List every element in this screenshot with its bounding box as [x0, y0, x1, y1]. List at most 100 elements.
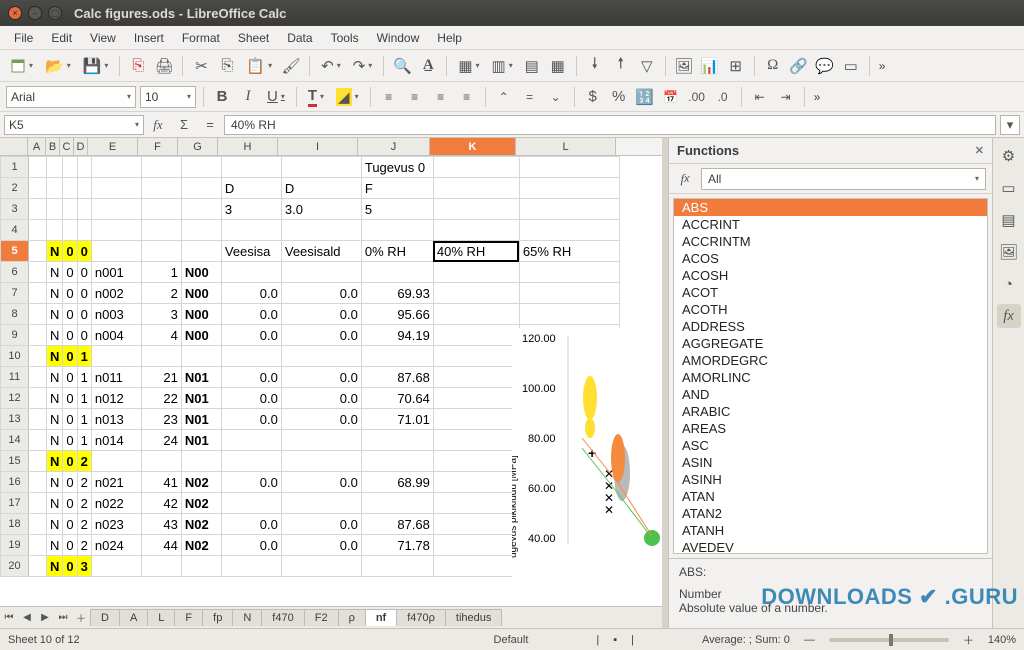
- function-item[interactable]: ACOS: [674, 250, 987, 267]
- cell[interactable]: [361, 556, 433, 577]
- cell[interactable]: [433, 472, 519, 493]
- cell[interactable]: n022: [91, 493, 141, 514]
- function-item[interactable]: AGGREGATE: [674, 335, 987, 352]
- cell[interactable]: 0.0: [221, 367, 281, 388]
- cell[interactable]: [141, 241, 181, 262]
- cell[interactable]: [433, 535, 519, 556]
- zoom-level[interactable]: 140%: [988, 634, 1016, 646]
- cell[interactable]: [361, 262, 433, 283]
- cell[interactable]: [29, 472, 47, 493]
- font-name-combo[interactable]: Arial▾: [6, 86, 136, 108]
- function-item[interactable]: AMORDEGRC: [674, 352, 987, 369]
- row-header[interactable]: 17: [1, 493, 29, 514]
- sheet-tab-F2[interactable]: F2: [304, 609, 339, 626]
- cell[interactable]: [29, 493, 47, 514]
- cell[interactable]: 0: [77, 241, 91, 262]
- cell[interactable]: N: [47, 325, 63, 346]
- cell[interactable]: [281, 220, 361, 241]
- cell[interactable]: 22: [141, 388, 181, 409]
- cell[interactable]: N: [47, 472, 63, 493]
- cell[interactable]: n003: [91, 304, 141, 325]
- cell[interactable]: n012: [91, 388, 141, 409]
- column-header-B[interactable]: B: [46, 138, 60, 155]
- cell[interactable]: [29, 220, 47, 241]
- cell[interactable]: [141, 346, 181, 367]
- cell[interactable]: N: [47, 283, 63, 304]
- cell[interactable]: [433, 325, 519, 346]
- cell[interactable]: 1: [141, 262, 181, 283]
- cell[interactable]: [141, 451, 181, 472]
- cell[interactable]: [181, 241, 221, 262]
- cell[interactable]: 95.66: [361, 304, 433, 325]
- cell[interactable]: n024: [91, 535, 141, 556]
- cell[interactable]: [141, 556, 181, 577]
- cell[interactable]: N00: [181, 283, 221, 304]
- cell[interactable]: N: [47, 388, 63, 409]
- cell[interactable]: [433, 304, 519, 325]
- add-decimal-button[interactable]: .00: [686, 86, 708, 108]
- spellcheck-button[interactable]: A̲: [417, 55, 439, 77]
- cell[interactable]: [519, 220, 619, 241]
- sheet-tab-N[interactable]: N: [232, 609, 262, 626]
- column-header-A[interactable]: A: [28, 138, 46, 155]
- cell[interactable]: [361, 346, 433, 367]
- sidebar-tab-functions[interactable]: fx: [997, 304, 1021, 328]
- cell[interactable]: [519, 304, 619, 325]
- row-header[interactable]: 2: [1, 178, 29, 199]
- cell[interactable]: [519, 178, 619, 199]
- sheet-tab-ρ[interactable]: ρ: [338, 609, 366, 626]
- cell[interactable]: [361, 451, 433, 472]
- cell[interactable]: [281, 346, 361, 367]
- function-item[interactable]: ATAN2: [674, 505, 987, 522]
- cell[interactable]: 0.0: [281, 409, 361, 430]
- cell[interactable]: [91, 346, 141, 367]
- cell[interactable]: [433, 388, 519, 409]
- tab-next-button[interactable]: ▶: [36, 609, 54, 627]
- cell[interactable]: [221, 346, 281, 367]
- cell[interactable]: [77, 199, 91, 220]
- cell[interactable]: 2: [77, 514, 91, 535]
- function-item[interactable]: ACOT: [674, 284, 987, 301]
- cell[interactable]: 0% RH: [361, 241, 433, 262]
- cell[interactable]: N: [47, 367, 63, 388]
- hyperlink-button[interactable]: 🔗: [788, 55, 810, 77]
- tab-first-button[interactable]: ⏮: [0, 609, 18, 627]
- cell[interactable]: 41: [141, 472, 181, 493]
- cell[interactable]: 0: [63, 304, 77, 325]
- decrease-indent-button[interactable]: ⇤: [749, 86, 771, 108]
- cell[interactable]: [77, 220, 91, 241]
- column-header-E[interactable]: E: [88, 138, 138, 155]
- print-button[interactable]: 🖨: [153, 55, 175, 77]
- align-center-button[interactable]: ≡: [404, 86, 426, 108]
- row-header[interactable]: 3: [1, 199, 29, 220]
- sort-desc-button[interactable]: 🠕: [610, 55, 632, 77]
- cell[interactable]: [141, 199, 181, 220]
- cell[interactable]: [29, 178, 47, 199]
- cell[interactable]: 2: [77, 451, 91, 472]
- cell[interactable]: 23: [141, 409, 181, 430]
- cell[interactable]: [281, 493, 361, 514]
- status-selection-mode[interactable]: ▪: [613, 634, 617, 646]
- cell[interactable]: [433, 199, 519, 220]
- cell[interactable]: 71.78: [361, 535, 433, 556]
- cell[interactable]: [181, 556, 221, 577]
- cell[interactable]: 0: [63, 241, 77, 262]
- cell[interactable]: 0: [63, 514, 77, 535]
- cell[interactable]: [433, 220, 519, 241]
- cell[interactable]: N02: [181, 535, 221, 556]
- cell[interactable]: 0.0: [281, 325, 361, 346]
- cell[interactable]: 1: [77, 367, 91, 388]
- cell[interactable]: [29, 262, 47, 283]
- cell[interactable]: 40% RH: [433, 241, 519, 262]
- status-aggregate[interactable]: Average: ; Sum: 0: [702, 634, 790, 646]
- highlight-color-button[interactable]: ◢▾: [332, 86, 363, 108]
- remove-decimal-button[interactable]: .0: [712, 86, 734, 108]
- cell[interactable]: 0.0: [281, 283, 361, 304]
- function-item[interactable]: ACOTH: [674, 301, 987, 318]
- cell[interactable]: N02: [181, 472, 221, 493]
- cell[interactable]: [29, 409, 47, 430]
- cell[interactable]: n021: [91, 472, 141, 493]
- cell[interactable]: [433, 346, 519, 367]
- cell[interactable]: [433, 556, 519, 577]
- column-header-K[interactable]: K: [430, 138, 516, 155]
